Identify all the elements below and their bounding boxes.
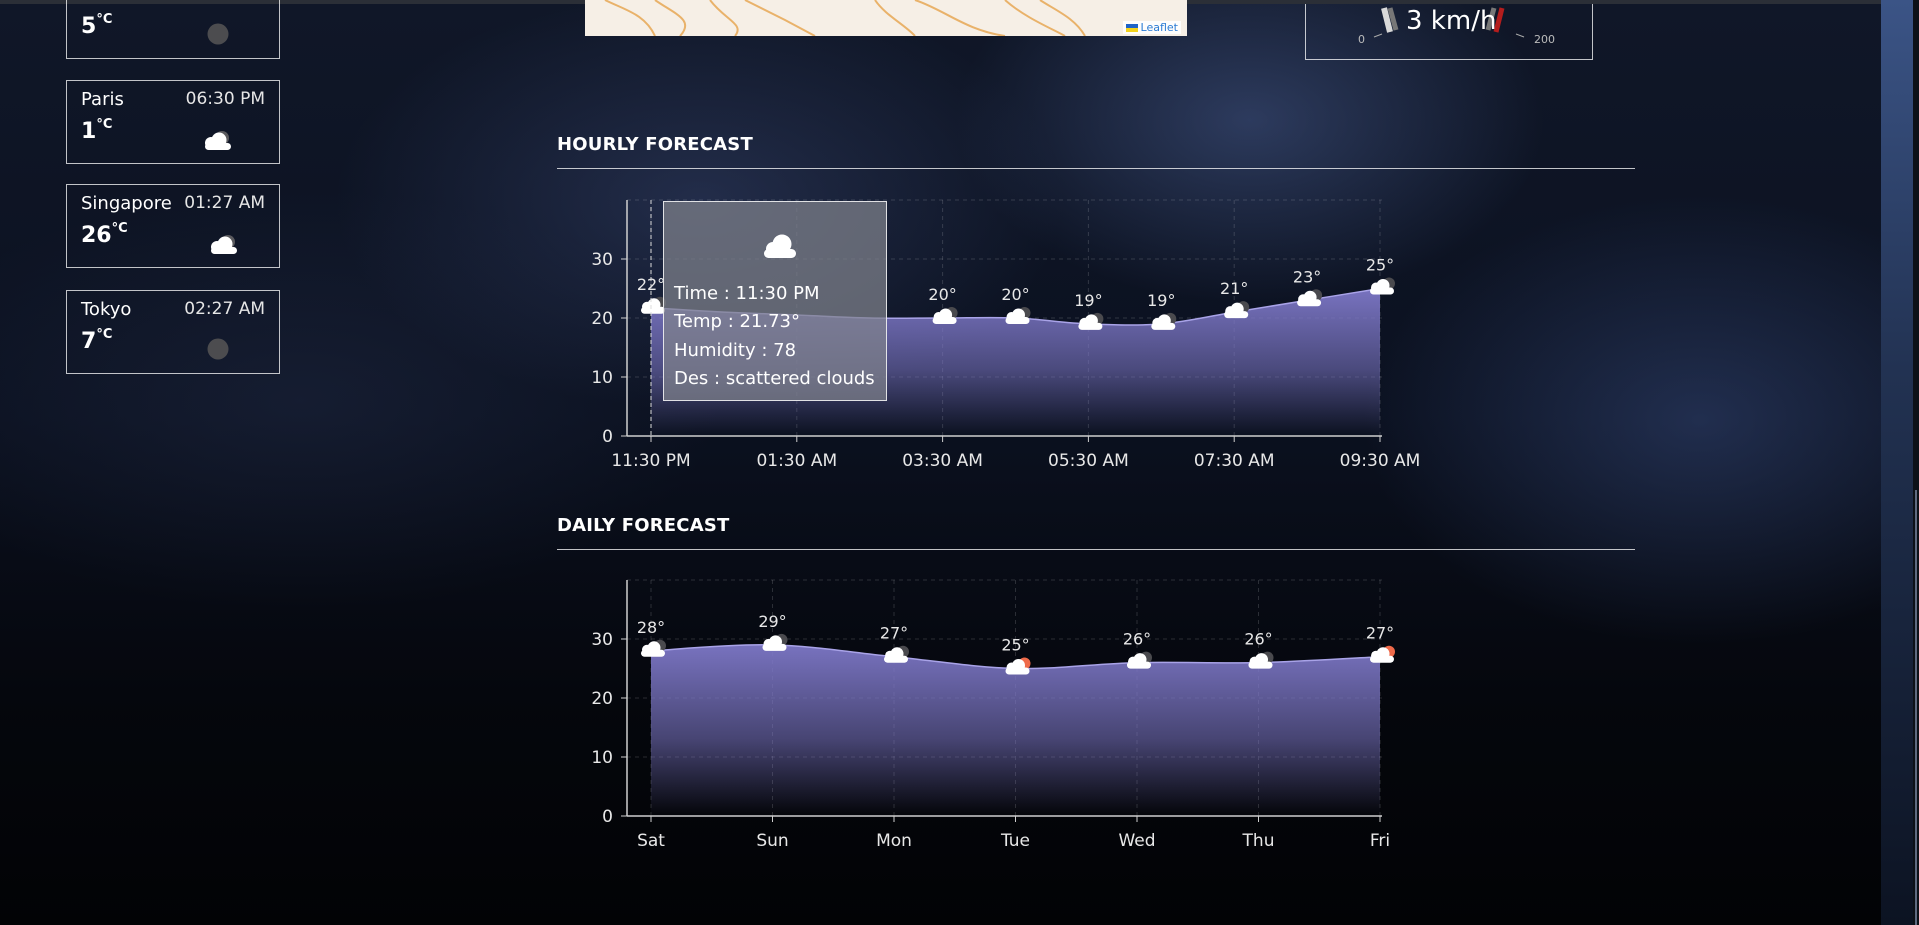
city-card-tokyo[interactable]: Tokyo 02:27 AM 7°C (66, 290, 280, 374)
data-label: 29° (758, 612, 786, 631)
cloud-icon (932, 307, 958, 324)
x-tick-label: 09:30 AM (1340, 451, 1421, 470)
cloud-icon (1370, 277, 1395, 295)
y-tick-label: 30 (591, 250, 613, 270)
cloud-icon (1297, 289, 1323, 307)
tooltip-temp: Temp : 21.73° (674, 311, 801, 332)
cloud-icon (641, 639, 666, 657)
city-time: 02:27 AM (184, 299, 265, 319)
cloud-icon (884, 645, 909, 663)
x-tick-label: 07:30 AM (1194, 451, 1275, 470)
data-label: 25° (1001, 636, 1029, 655)
x-tick-label: 01:30 AM (756, 451, 837, 470)
city-name: Tokyo (81, 299, 132, 320)
cloud-icon (1151, 312, 1177, 330)
data-label: 27° (880, 624, 908, 643)
x-tick-label: Sat (637, 831, 665, 850)
x-tick-label: 05:30 AM (1048, 451, 1129, 470)
data-label: 27° (1366, 624, 1394, 643)
data-label: 26° (1244, 630, 1272, 649)
x-tick-label: Fri (1370, 831, 1390, 850)
data-label: 26° (1123, 630, 1151, 649)
city-card-paris[interactable]: Paris 06:30 PM 1°C (66, 80, 280, 164)
city-time: 01:27 AM (184, 193, 265, 213)
data-label: 19° (1147, 291, 1175, 310)
daily-forecast-title: DAILY FORECAST (557, 515, 730, 536)
scrollbar-thumb[interactable] (1915, 490, 1917, 925)
cloud-icon (1248, 651, 1274, 669)
x-tick-label: Tue (1000, 831, 1030, 850)
section-divider (557, 549, 1635, 550)
city-name: Singapore (81, 193, 172, 214)
wind-gauge: 3 km/h 0 200 (1305, 4, 1593, 60)
tooltip-humidity: Humidity : 78 (674, 340, 797, 361)
chart-tooltip: Time : 11:30 PM Temp : 21.73° Humidity :… (663, 201, 887, 401)
x-tick-label: Sun (756, 831, 788, 850)
cloud-icon (1005, 307, 1031, 324)
city-card-singapore[interactable]: Singapore 01:27 AM 26°C (66, 184, 280, 268)
y-tick-label: 30 (591, 630, 613, 650)
y-tick-label: 20 (591, 689, 613, 709)
y-tick-label: 10 (591, 368, 613, 388)
leaflet-attribution[interactable]: Leaflet (1122, 21, 1181, 34)
y-tick-label: 10 (591, 748, 613, 768)
daily-forecast-chart[interactable]: 0 10 20 30 Sat Sun Mon Tue Wed Thu Fri 28° 29° 27° 25°… (557, 570, 1457, 851)
cloud-icon (1127, 651, 1152, 669)
data-label: 28° (637, 618, 665, 637)
tooltip-description: Des : scattered clouds (674, 368, 875, 389)
y-tick-label: 0 (602, 807, 613, 827)
tooltip-time: Time : 11:30 PM (674, 283, 820, 304)
y-tick-label: 0 (602, 427, 613, 447)
cloud-sun-icon (1005, 657, 1031, 675)
cloud-icon (756, 230, 802, 262)
cloud-icon (762, 633, 788, 651)
ukraine-flag-icon (1125, 24, 1138, 32)
right-edge-panel (1881, 0, 1919, 925)
data-label: 20° (928, 285, 956, 304)
clear-night-icon (197, 18, 237, 50)
cloud-sun-icon (1370, 645, 1395, 663)
data-label: 20° (1001, 285, 1029, 304)
cloud-icon (197, 125, 237, 157)
y-tick-label: 20 (591, 309, 613, 329)
weather-map[interactable]: Leaflet (585, 0, 1187, 36)
x-tick-label: 11:30 PM (611, 451, 690, 470)
city-temp: 5°C (81, 12, 113, 39)
data-label: 25° (1366, 256, 1394, 275)
city-card[interactable]: 5°C (66, 0, 280, 59)
map-roads (604, 0, 1086, 36)
data-label: 19° (1074, 291, 1102, 310)
gauge-min-label: 0 (1358, 33, 1365, 46)
gauge-max-label: 200 (1534, 33, 1555, 46)
data-label: 23° (1293, 267, 1321, 286)
cloud-icon (1224, 301, 1250, 319)
x-tick-label: Thu (1242, 831, 1275, 850)
hourly-forecast-title: HOURLY FORECAST (557, 134, 753, 155)
city-time: 06:30 PM (185, 89, 265, 109)
wind-speed: 3 km/h (1406, 6, 1497, 36)
x-tick-label: Wed (1118, 831, 1155, 850)
city-temp: 7°C (81, 327, 113, 354)
data-label: 21° (1220, 279, 1248, 298)
city-temp: 1°C (81, 117, 113, 144)
section-divider (557, 168, 1635, 169)
city-temp: 26°C (81, 221, 128, 248)
cloud-icon (203, 229, 243, 261)
cloud-icon (1078, 312, 1104, 330)
clear-night-icon (197, 333, 237, 365)
city-name: Paris (81, 89, 124, 110)
x-tick-label: Mon (876, 831, 912, 850)
x-tick-label: 03:30 AM (902, 451, 983, 470)
